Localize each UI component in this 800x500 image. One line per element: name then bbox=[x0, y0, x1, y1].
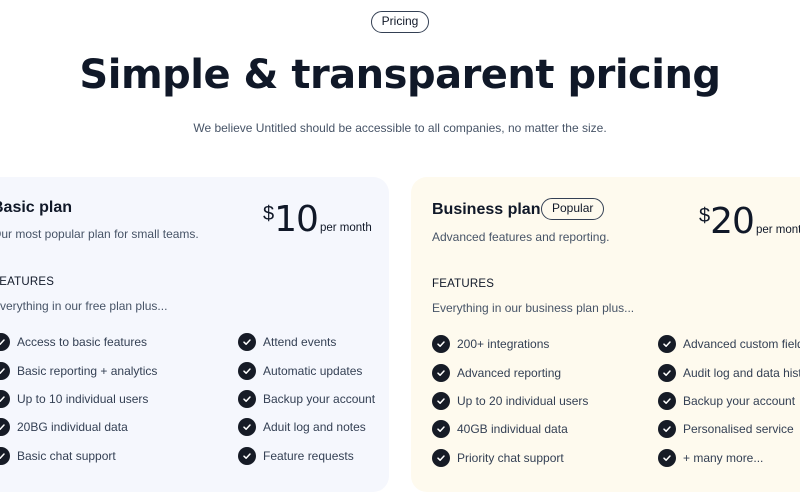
feature-text: 40GB individual data bbox=[457, 422, 568, 437]
feature-text: Access to basic features bbox=[17, 335, 148, 350]
feature-text: Basic reporting + analytics bbox=[17, 363, 158, 378]
feature-text: Backup your account bbox=[263, 391, 376, 406]
feature-item: + many more... bbox=[658, 444, 800, 472]
feature-item: Access to basic features bbox=[0, 328, 157, 356]
features-label: FEATURES bbox=[0, 276, 55, 288]
price-amount: 10 bbox=[274, 199, 319, 240]
feature-item: Advanced reporting bbox=[432, 358, 588, 386]
feature-text: Automatic updates bbox=[263, 363, 363, 378]
check-circle-icon bbox=[432, 391, 450, 410]
feature-text: Audit log and data history bbox=[683, 365, 800, 380]
check-circle-icon bbox=[432, 448, 450, 467]
feature-item: 40GB individual data bbox=[432, 415, 588, 443]
feature-text: 20BG individual data bbox=[17, 420, 128, 435]
feature-item: Backup your account bbox=[238, 385, 375, 413]
plan-description: Our most popular plan for small teams. bbox=[0, 227, 199, 241]
feature-list-right: Advanced custom fields Audit log and data… bbox=[658, 330, 800, 472]
price-amount: 20 bbox=[710, 201, 755, 242]
page-title: Simple & transparent pricing bbox=[79, 52, 721, 98]
plan-description: Advanced features and reporting. bbox=[432, 230, 610, 244]
feature-item: Audit log and data history bbox=[658, 358, 800, 386]
feature-item: Advanced custom fields bbox=[658, 330, 800, 358]
feature-list-left: 200+ integrations Advanced reporting Up to… bbox=[432, 330, 588, 472]
feature-item: Personalised service bbox=[658, 415, 800, 443]
plan-name: Basic plan bbox=[0, 199, 73, 216]
check-circle-icon bbox=[0, 333, 10, 352]
check-circle-icon bbox=[658, 391, 676, 410]
feature-text: Aduit log and notes bbox=[263, 420, 366, 435]
check-circle-icon bbox=[238, 446, 256, 465]
feature-text: Feature requests bbox=[263, 448, 354, 463]
check-circle-icon bbox=[0, 446, 10, 465]
feature-text: Up to 10 individual users bbox=[17, 391, 149, 406]
feature-item: Priority chat support bbox=[432, 444, 588, 472]
check-circle-icon bbox=[658, 448, 676, 467]
feature-text: Priority chat support bbox=[457, 450, 564, 465]
feature-text: Advanced custom fields bbox=[683, 337, 800, 352]
check-circle-icon bbox=[238, 333, 256, 352]
features-label: FEATURES bbox=[432, 278, 495, 290]
feature-item: Up to 10 individual users bbox=[0, 385, 157, 413]
page-subtitle: We believe Untitled should be accessible… bbox=[193, 121, 607, 135]
feature-text: Backup your account bbox=[683, 393, 796, 408]
price-period: per month bbox=[755, 224, 800, 236]
features-intro: Everything in our free plan plus... bbox=[0, 299, 168, 313]
check-circle-icon bbox=[432, 420, 450, 439]
feature-item: Up to 20 individual users bbox=[432, 387, 588, 415]
check-circle-icon bbox=[238, 389, 256, 408]
feature-text: Attend events bbox=[263, 335, 337, 350]
plan-name: Business plan bbox=[432, 201, 541, 218]
check-circle-icon bbox=[238, 418, 256, 437]
check-circle-icon bbox=[658, 335, 676, 354]
plan-price: $20per month bbox=[699, 201, 800, 242]
feature-item: Backup your account bbox=[658, 387, 800, 415]
feature-item: Basic reporting + analytics bbox=[0, 356, 157, 384]
feature-item: Attend events bbox=[238, 328, 375, 356]
feature-text: Advanced reporting bbox=[457, 365, 562, 380]
feature-item: 200+ integrations bbox=[432, 330, 588, 358]
feature-item: Feature requests bbox=[238, 442, 375, 470]
check-circle-icon bbox=[432, 335, 450, 354]
feature-text: Personalised service bbox=[683, 422, 794, 437]
features-intro: Everything in our business plan plus... bbox=[432, 301, 635, 315]
pricing-badge: Pricing bbox=[371, 11, 429, 33]
popular-badge: Popular bbox=[541, 198, 605, 220]
check-circle-icon bbox=[0, 418, 10, 437]
price-currency: $ bbox=[263, 203, 275, 225]
feature-list-left: Access to basic features Basic reporting … bbox=[0, 328, 157, 470]
check-circle-icon bbox=[238, 361, 256, 380]
feature-text: + many more... bbox=[683, 450, 764, 465]
check-circle-icon bbox=[0, 361, 10, 380]
price-currency: $ bbox=[699, 205, 711, 227]
basic-plan-card: Basic plan Our most popular plan for sma… bbox=[0, 177, 389, 492]
feature-item: Automatic updates bbox=[238, 356, 375, 384]
feature-list-right: Attend events Automatic updates Backup you… bbox=[238, 328, 375, 470]
feature-item: 20BG individual data bbox=[0, 413, 157, 441]
check-circle-icon bbox=[0, 389, 10, 408]
feature-item: Basic chat support bbox=[0, 442, 157, 470]
feature-text: 200+ integrations bbox=[457, 337, 550, 352]
check-circle-icon bbox=[432, 363, 450, 382]
check-circle-icon bbox=[658, 363, 676, 382]
business-plan-card: Business plan Popular Advanced features … bbox=[411, 177, 800, 492]
plan-price: $10 per month bbox=[263, 199, 372, 240]
feature-text: Up to 20 individual users bbox=[457, 393, 589, 408]
feature-item: Aduit log and notes bbox=[238, 413, 375, 441]
feature-text: Basic chat support bbox=[17, 448, 116, 463]
check-circle-icon bbox=[658, 420, 676, 439]
price-period: per month bbox=[319, 222, 372, 234]
